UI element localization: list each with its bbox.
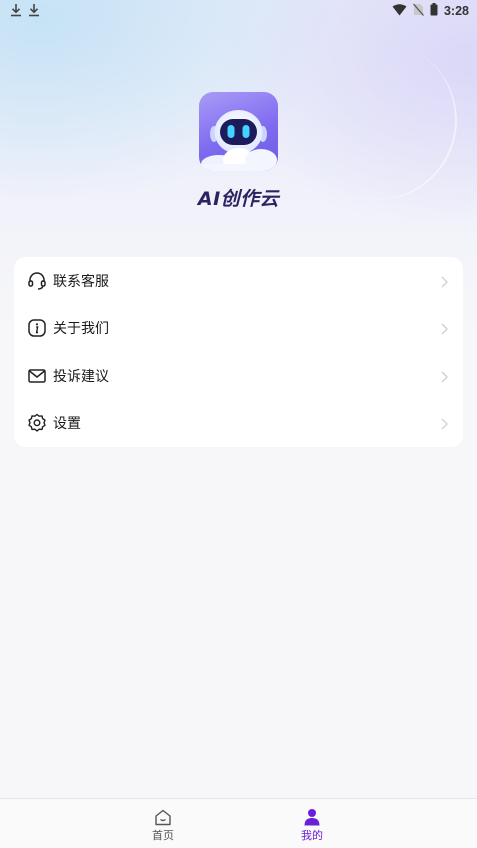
tab-label: 我的: [301, 829, 323, 842]
chevron-right-icon: [439, 321, 449, 335]
info-icon: [27, 318, 47, 338]
chevron-right-icon: [439, 274, 449, 288]
download-icon: [10, 3, 22, 20]
app-logo: [199, 92, 278, 171]
status-bar: 3:28: [0, 0, 477, 22]
menu-item-label: 关于我们: [53, 320, 109, 337]
app-name: AI创作云: [197, 188, 280, 210]
settings-menu: 联系客服 关于我们 投诉建议 设置: [14, 257, 463, 447]
person-icon: [302, 808, 322, 826]
status-time: 3:28: [443, 4, 469, 18]
tab-mine[interactable]: 我的: [282, 799, 342, 848]
menu-item-feedback[interactable]: 投诉建议: [14, 352, 463, 399]
robot-logo-icon: [199, 110, 278, 171]
download-icon: [28, 3, 40, 20]
tab-home[interactable]: 首页: [133, 799, 193, 848]
home-icon: [153, 808, 173, 826]
no-sim-icon: [412, 3, 424, 19]
menu-item-settings[interactable]: 设置: [14, 399, 463, 446]
wifi-icon: [392, 3, 407, 19]
menu-item-about-us[interactable]: 关于我们: [14, 304, 463, 351]
chevron-right-icon: [439, 416, 449, 430]
menu-item-label: 联系客服: [53, 273, 109, 290]
gear-icon: [27, 413, 47, 433]
menu-item-label: 投诉建议: [53, 368, 109, 385]
menu-item-customer-service[interactable]: 联系客服: [14, 257, 463, 304]
battery-icon: [430, 3, 438, 19]
headset-icon: [27, 271, 47, 291]
chevron-right-icon: [439, 369, 449, 383]
mail-icon: [27, 366, 47, 386]
bottom-tab-bar: 首页 我的: [0, 798, 477, 848]
menu-item-label: 设置: [53, 415, 81, 432]
tab-label: 首页: [152, 829, 174, 842]
